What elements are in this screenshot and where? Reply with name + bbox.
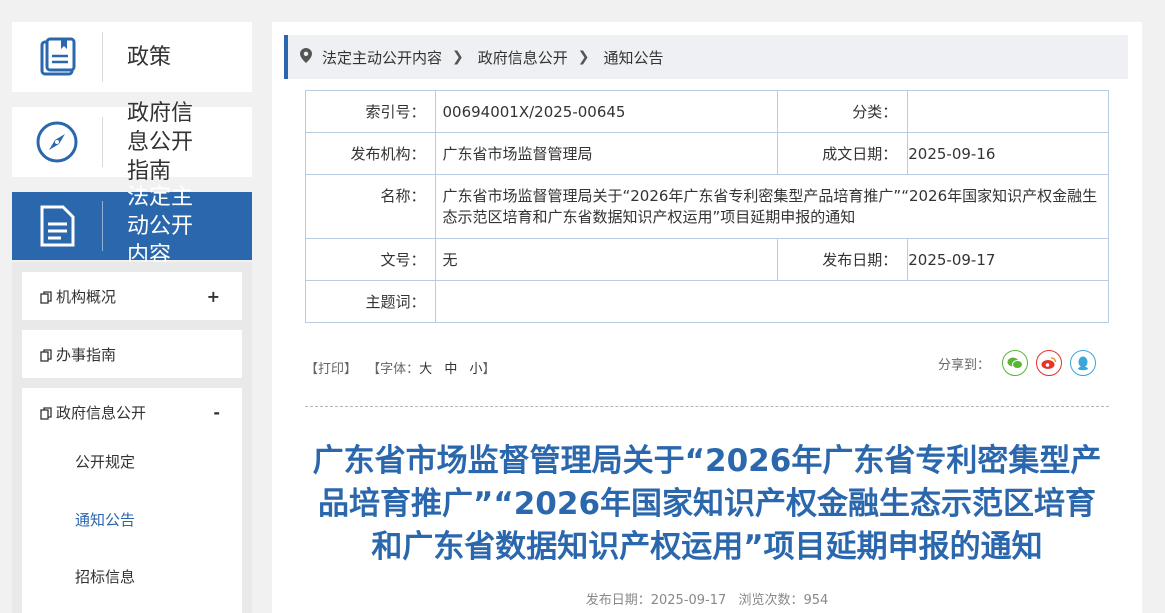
name-value: 广东省市场监督管理局关于“2026年广东省专利密集型产品培育推广”“2026年国…	[435, 174, 1109, 239]
pubdate-label: 发布日期：	[776, 238, 909, 281]
menu-item-label: 机构概况	[56, 287, 117, 306]
publisher-value: 广东省市场监督管理局	[435, 132, 778, 175]
nav-card-label: 政策	[127, 44, 172, 70]
metadata-table: 索引号： 00694001X/2025-00645 分类： 发布机构： 广东省市…	[304, 90, 1109, 323]
chevron-right-icon: ❯	[452, 49, 464, 65]
font-size-suffix: 】	[482, 362, 496, 377]
font-medium-button[interactable]: 中	[444, 362, 457, 377]
created-date-label: 成文日期：	[776, 132, 909, 175]
article-views-label: 浏览次数：	[738, 593, 804, 608]
breadcrumb-item[interactable]: 通知公告	[604, 47, 664, 68]
index-label: 索引号：	[304, 90, 437, 133]
created-date-value: 2025-09-16	[907, 132, 1109, 175]
breadcrumb: 法定主动公开内容 ❯ 政府信息公开 ❯ 通知公告	[284, 35, 1128, 79]
breadcrumb-item[interactable]: 法定主动公开内容	[322, 47, 442, 68]
nav-card-policy[interactable]: 政策	[12, 22, 252, 92]
article-meta: 发布日期：2025-09-17 浏览次数：954	[305, 589, 1109, 608]
print-button[interactable]: 【打印】	[305, 362, 357, 377]
category-value	[907, 90, 1109, 133]
article-title: 广东省市场监督管理局关于“2026年广东省专利密集型产品培育推广”“2026年国…	[312, 443, 1102, 565]
expand-icon[interactable]: +	[207, 287, 220, 306]
nav-card-label: 政府信息公开指南	[127, 100, 194, 184]
menu-item-label: 办事指南	[56, 345, 117, 364]
copy-icon	[40, 348, 52, 362]
index-value: 00694001X/2025-00645	[435, 90, 778, 133]
collapse-icon[interactable]: -	[213, 403, 220, 422]
copy-icon	[40, 290, 52, 304]
category-label: 分类：	[776, 90, 909, 133]
wechat-share-icon[interactable]	[1002, 350, 1029, 376]
pubdate-value: 2025-09-17	[907, 238, 1109, 281]
name-label: 名称：	[304, 174, 437, 239]
article-views: 954	[803, 593, 829, 608]
article-pubdate: 2025-09-17	[650, 593, 727, 608]
font-large-button[interactable]: 大	[419, 362, 432, 377]
docno-label: 文号：	[304, 238, 437, 281]
divider-dashed	[305, 406, 1109, 407]
subject-value	[435, 280, 1109, 323]
weibo-share-icon[interactable]	[1036, 350, 1063, 376]
chevron-right-icon: ❯	[577, 49, 590, 65]
copy-icon	[40, 406, 52, 420]
document-icon	[12, 204, 102, 248]
submenu-item-tenders[interactable]: 招标信息	[75, 566, 135, 587]
menu-item-org-overview[interactable]: 机构概况 +	[22, 272, 242, 320]
menu-item-service-guide[interactable]: 办事指南	[22, 330, 242, 378]
share-label: 分享到：	[938, 357, 991, 373]
share-bar: 分享到：	[938, 350, 1097, 376]
submenu-item-disclosure-rules[interactable]: 公开规定	[75, 451, 135, 472]
nav-card-statutory[interactable]: 法定主动公开内容	[12, 185, 252, 268]
docno-value: 无	[435, 238, 778, 281]
book-icon	[12, 36, 102, 78]
font-size-prefix: 【字体：	[367, 362, 420, 377]
article-pubdate-label: 发布日期：	[585, 593, 651, 608]
breadcrumb-item[interactable]: 政府信息公开	[478, 47, 568, 68]
location-pin-icon	[300, 47, 312, 67]
subject-label: 主题词：	[304, 280, 437, 323]
submenu-item-notices[interactable]: 通知公告	[75, 509, 135, 530]
publisher-label: 发布机构：	[304, 132, 437, 175]
nav-card-label: 法定主动公开内容	[127, 184, 194, 268]
menu-item-label: 政府信息公开	[56, 403, 147, 422]
font-small-button[interactable]: 小	[469, 362, 482, 377]
nav-card-guide[interactable]: 政府信息公开指南	[12, 101, 252, 184]
qq-share-icon[interactable]	[1070, 350, 1097, 376]
main-content: 法定主动公开内容 ❯ 政府信息公开 ❯ 通知公告 索引号： 00694001X/…	[272, 22, 1142, 613]
page-tools: 【打印】 【字体：大 中 小】	[305, 358, 496, 377]
compass-icon	[12, 120, 102, 164]
menu-item-gov-info[interactable]: 政府信息公开 -	[22, 388, 242, 436]
sidebar-menu: 机构概况 + 办事指南 政府信息公开 - 公开规定 通知公告 招标信息	[12, 262, 252, 613]
sidebar: 政策 政府信息公开指南 法定主动公开内容	[12, 22, 252, 275]
menu-group-gov-info: 政府信息公开 - 公开规定 通知公告 招标信息	[22, 388, 242, 613]
